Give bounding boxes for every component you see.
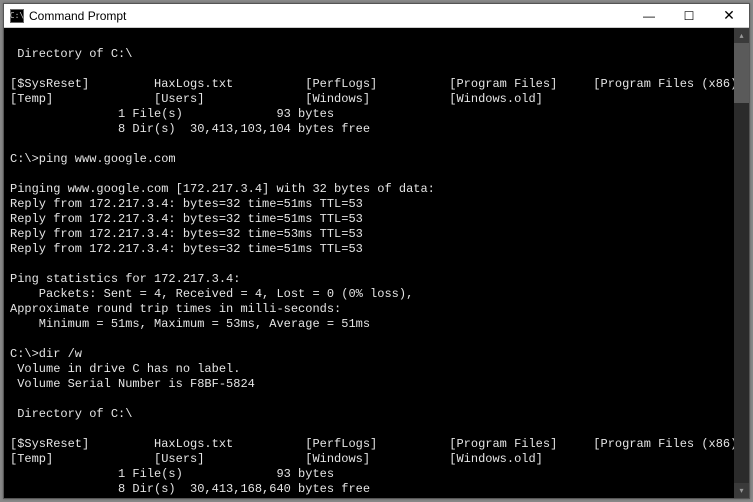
titlebar[interactable]: C:\ Command Prompt — ☐ ✕	[4, 4, 749, 28]
scroll-thumb[interactable]	[734, 43, 749, 103]
window-title: Command Prompt	[29, 9, 629, 23]
window-controls: — ☐ ✕	[629, 4, 749, 27]
terminal-area: Directory of C:\ [$SysReset] HaxLogs.txt…	[4, 28, 749, 498]
minimize-button[interactable]: —	[629, 4, 669, 27]
scroll-up-button[interactable]: ▴	[734, 28, 749, 43]
scroll-down-button[interactable]: ▾	[734, 483, 749, 498]
vertical-scrollbar[interactable]: ▴ ▾	[734, 28, 749, 498]
terminal-output[interactable]: Directory of C:\ [$SysReset] HaxLogs.txt…	[4, 28, 734, 498]
app-icon: C:\	[10, 9, 24, 23]
command-prompt-window: C:\ Command Prompt — ☐ ✕ Directory of C:…	[3, 3, 750, 499]
close-button[interactable]: ✕	[709, 4, 749, 27]
maximize-button[interactable]: ☐	[669, 4, 709, 27]
